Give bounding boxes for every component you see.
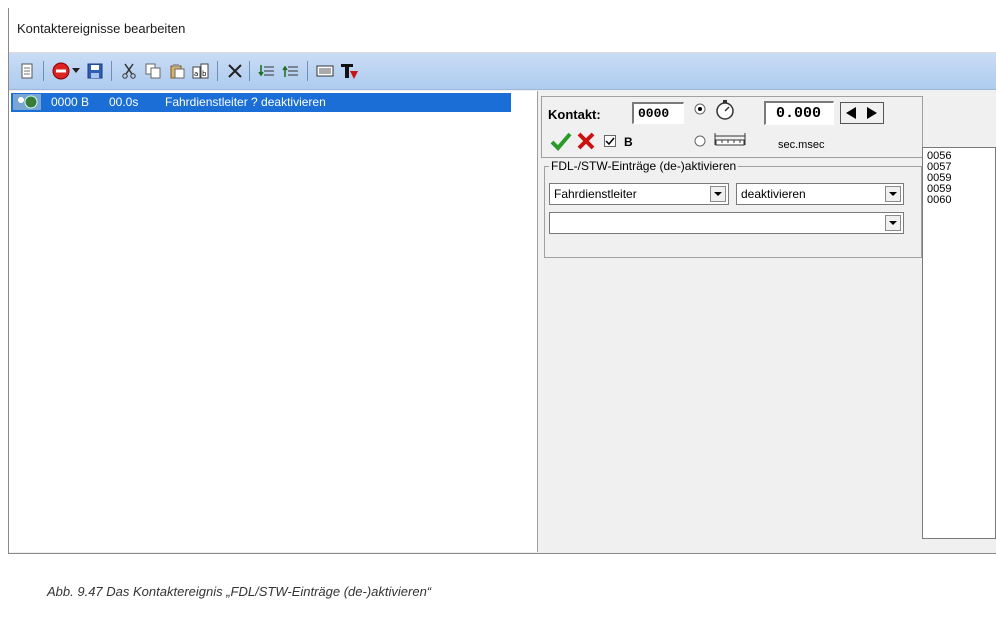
copy-icon[interactable] bbox=[143, 61, 163, 81]
toolbar-separator bbox=[111, 61, 112, 81]
list-item[interactable]: 0060 bbox=[923, 195, 995, 206]
fdl-stw-group: FDL-/STW-Einträge (de-)aktivieren Fahrdi… bbox=[544, 159, 922, 258]
increase-arrow-icon[interactable] bbox=[864, 105, 880, 124]
confirm-check-icon[interactable] bbox=[550, 131, 572, 154]
target-select[interactable] bbox=[549, 212, 904, 234]
timer-radio[interactable] bbox=[694, 103, 706, 118]
window-title: Kontaktereignisse bearbeiten bbox=[17, 21, 186, 36]
group-title: FDL-/STW-Einträge (de-)aktivieren bbox=[549, 159, 739, 173]
event-list[interactable]: 0000 B 00.0s Fahrdienstleiter ? deaktivi… bbox=[9, 91, 538, 552]
text-tool-icon[interactable] bbox=[339, 61, 359, 81]
delete-icon[interactable] bbox=[225, 61, 245, 81]
event-row[interactable]: 0000 B 00.0s Fahrdienstleiter ? deaktivi… bbox=[11, 93, 511, 112]
figure-caption: Abb. 9.47 Das Kontaktereignis „FDL/STW-E… bbox=[47, 584, 432, 599]
toolbar-separator bbox=[249, 61, 250, 81]
contact-event-icon bbox=[13, 94, 43, 113]
time-stepper bbox=[840, 102, 884, 124]
move-down-icon[interactable] bbox=[257, 61, 277, 81]
event-description: Fahrdienstleiter ? deaktivieren bbox=[165, 95, 326, 109]
b-label: B bbox=[624, 135, 633, 149]
cut-icon[interactable] bbox=[119, 61, 139, 81]
contact-number-input[interactable]: 0000 bbox=[632, 102, 684, 124]
number-list[interactable]: 0056 0057 0059 0059 0060 bbox=[922, 147, 996, 539]
toolbar-separator bbox=[307, 61, 308, 81]
time-input[interactable]: 0.000 bbox=[764, 101, 834, 125]
contact-settings-box: Kontakt: 0000 0.000 B sec.msec bbox=[541, 96, 923, 158]
chevron-down-icon bbox=[885, 186, 901, 202]
chevron-down-icon bbox=[710, 186, 726, 202]
action-select[interactable]: deaktivieren bbox=[736, 183, 904, 205]
paste-special-icon[interactable]: ab bbox=[191, 61, 211, 81]
list-view-icon[interactable] bbox=[315, 61, 335, 81]
svg-text:b: b bbox=[202, 70, 207, 78]
decrease-arrow-icon[interactable] bbox=[843, 105, 859, 124]
contact-label: Kontakt: bbox=[548, 107, 601, 122]
new-document-icon[interactable] bbox=[17, 61, 37, 81]
ruler-icon bbox=[714, 131, 746, 150]
b-checkbox[interactable] bbox=[604, 135, 616, 150]
event-contact: 0000 B bbox=[51, 95, 90, 109]
move-up-icon[interactable] bbox=[281, 61, 301, 81]
toolbar: ab bbox=[9, 53, 996, 90]
dropdown-arrow-icon[interactable] bbox=[71, 61, 81, 81]
event-time: 00.0s bbox=[109, 95, 139, 109]
paste-icon[interactable] bbox=[167, 61, 187, 81]
editor-panel: Kontakt: 0000 0.000 B sec.msec FDL-/STW-… bbox=[541, 91, 927, 552]
stopwatch-icon bbox=[714, 99, 736, 124]
window: Kontaktereignisse bearbeiten ab 0000 B 0… bbox=[8, 8, 996, 554]
toolbar-separator bbox=[43, 61, 44, 81]
toolbar-separator bbox=[217, 61, 218, 81]
cancel-x-icon[interactable] bbox=[576, 131, 596, 154]
type-select[interactable]: Fahrdienstleiter bbox=[549, 183, 729, 205]
svg-text:a: a bbox=[194, 70, 198, 78]
title-bar: Kontaktereignisse bearbeiten bbox=[9, 8, 996, 53]
distance-radio[interactable] bbox=[694, 135, 706, 150]
record-icon[interactable] bbox=[51, 61, 71, 81]
save-icon[interactable] bbox=[85, 61, 105, 81]
unit-label: sec.msec bbox=[778, 139, 825, 151]
chevron-down-icon bbox=[885, 215, 901, 231]
